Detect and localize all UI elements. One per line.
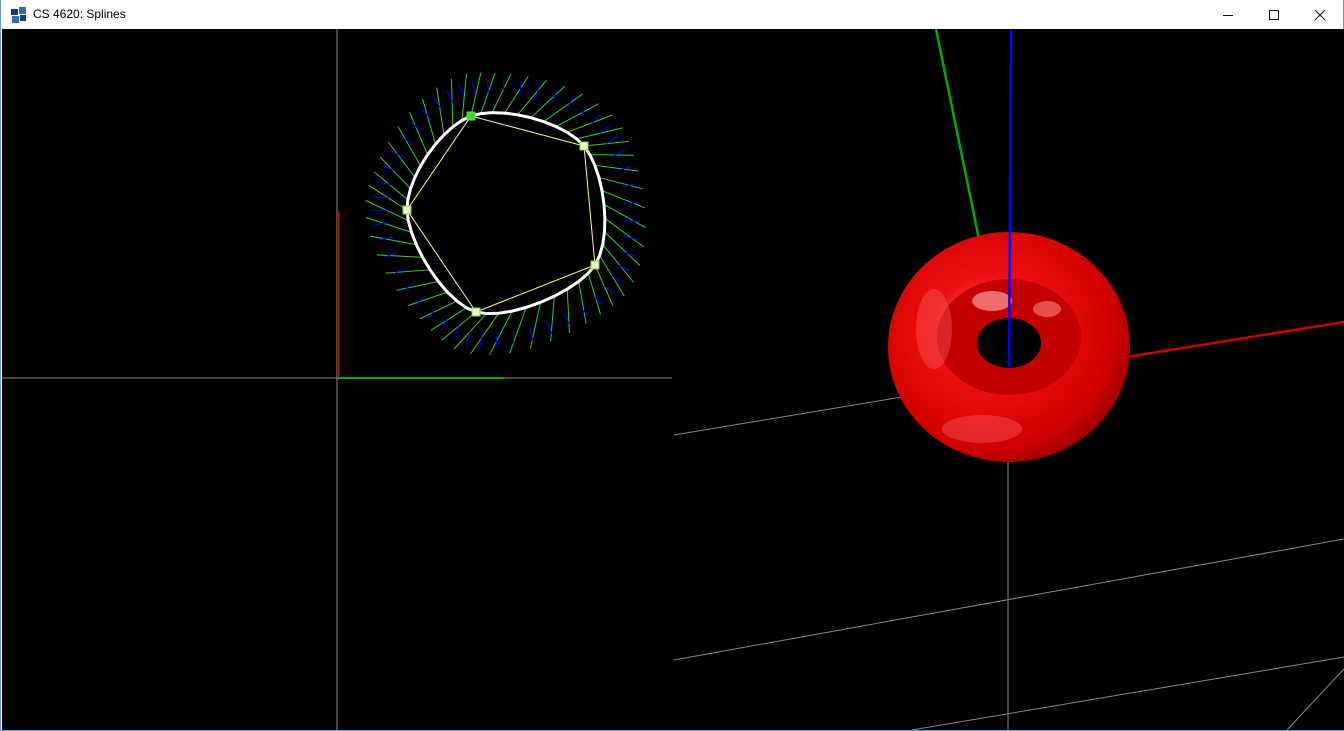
grid-line-2 — [673, 538, 1344, 661]
normal-line — [535, 84, 540, 99]
spline-editor-2d[interactable] — [2, 29, 672, 730]
app-window: CS 4620: Splines — [0, 0, 1344, 731]
tangent-line — [594, 264, 614, 306]
grid-line-1 — [673, 396, 903, 436]
window-title: CS 4620: Splines — [33, 7, 126, 21]
normal-line — [471, 80, 476, 95]
tangent-line — [550, 296, 555, 342]
tangent-line — [530, 85, 566, 119]
tangent-line — [450, 78, 454, 127]
normal-line — [377, 181, 392, 186]
tangent-line — [583, 140, 629, 147]
tangent-line — [603, 204, 646, 228]
tangent-line — [407, 291, 448, 307]
tangent-line — [480, 72, 496, 114]
tangent-line — [396, 281, 439, 291]
scene-canvas[interactable] — [2, 29, 1344, 730]
normal-line — [565, 97, 574, 110]
tangent-line — [441, 311, 477, 341]
normal-line — [624, 219, 639, 223]
axis-x-3d — [1126, 320, 1344, 359]
tangent-line — [379, 156, 411, 190]
minimize-icon — [1223, 14, 1233, 16]
tangent-line — [589, 154, 634, 156]
tangent-line — [373, 171, 409, 201]
title-bar[interactable]: CS 4620: Splines — [1, 0, 1343, 29]
tangent-line — [436, 87, 445, 135]
app-window-icon — [11, 7, 26, 23]
tangent-line — [368, 185, 408, 211]
tangent-line — [598, 176, 643, 190]
normal-line — [421, 108, 432, 120]
normal-line — [529, 326, 534, 341]
normal-line — [392, 266, 406, 275]
normal-line — [621, 250, 635, 257]
tangent-line — [385, 269, 431, 274]
tangent-line — [422, 98, 436, 145]
control-point[interactable] — [590, 260, 600, 270]
window-controls — [1205, 0, 1343, 29]
tangent-line — [529, 302, 541, 349]
normal-line — [486, 78, 490, 93]
tangent-line — [594, 164, 639, 172]
tangent-line — [604, 231, 641, 267]
tangent-line — [369, 235, 417, 246]
tangent-line — [604, 217, 645, 248]
tangent-line — [470, 72, 482, 117]
spline-curve — [405, 111, 607, 316]
normal-line — [390, 150, 404, 158]
axis-y-3d — [934, 29, 982, 245]
render-viewport[interactable] — [2, 29, 1344, 730]
normal-line — [440, 318, 448, 332]
control-point[interactable] — [471, 307, 481, 317]
view-3d[interactable] — [673, 29, 1344, 730]
grid-line-3 — [911, 656, 1344, 730]
control-point[interactable] — [402, 205, 412, 215]
tangent-line — [419, 300, 458, 320]
normal-line — [399, 135, 412, 144]
normal-line — [409, 121, 421, 132]
normal-line — [414, 295, 426, 307]
tangent-line — [376, 254, 423, 258]
maximize-icon — [1269, 9, 1279, 20]
tangent-line — [387, 141, 416, 178]
close-icon — [1314, 9, 1326, 20]
tangent-line — [504, 76, 529, 114]
grid-line-5 — [1286, 668, 1344, 730]
maximize-button[interactable] — [1251, 0, 1297, 29]
control-point[interactable] — [579, 141, 589, 151]
normal-line — [563, 313, 572, 327]
tangent-line — [543, 93, 583, 123]
tangent-line — [587, 273, 602, 315]
normal-line — [512, 331, 515, 346]
tangent-line — [409, 111, 429, 155]
tangent-line — [602, 244, 634, 283]
tangent-line — [566, 289, 570, 334]
normal-line — [623, 202, 638, 204]
close-button[interactable] — [1297, 0, 1343, 29]
normal-line — [458, 84, 465, 98]
tangent-line — [488, 310, 513, 356]
tangent-line — [461, 73, 467, 121]
normal-line — [551, 90, 558, 104]
normal-line — [579, 105, 589, 117]
tangent-line — [601, 190, 646, 209]
tangent-line — [365, 217, 412, 233]
minimize-button[interactable] — [1205, 0, 1251, 29]
tangent-line — [470, 313, 500, 355]
tangent-line — [566, 114, 613, 133]
control-point[interactable] — [466, 111, 476, 121]
normal-line — [495, 333, 498, 348]
tangent-line — [578, 281, 587, 324]
tangent-line — [509, 307, 527, 354]
